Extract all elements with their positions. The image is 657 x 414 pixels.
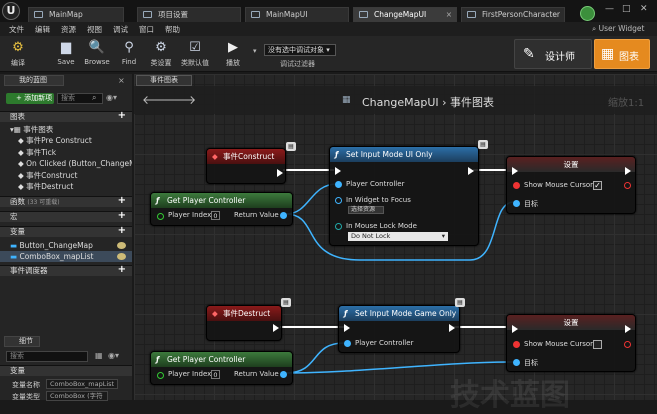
- return-value-label: Return Value: [234, 370, 279, 378]
- node-header: ƒ Get Player Controller: [151, 352, 292, 367]
- show-mouse-cursor-label: Show Mouse Cursor: [524, 181, 594, 189]
- exec-out-pin[interactable]: [273, 324, 279, 332]
- widget-to-focus-label: In Widget to Focus: [346, 196, 411, 204]
- player-index-pin[interactable]: [157, 372, 164, 379]
- exec-in-pin[interactable]: [344, 324, 350, 332]
- set-show-mouse-cursor-node[interactable]: 设置 Show Mouse Cursor ✓ 目标: [506, 156, 636, 214]
- player-index-label: Player Index: [168, 370, 212, 378]
- set-input-mode-game-only-node[interactable]: ƒ Set Input Mode Game Only Player Control…: [338, 305, 460, 353]
- return-value-label: Return Value: [234, 211, 279, 219]
- player-controller-label: Player Controller: [355, 339, 414, 347]
- output-bool-pin[interactable]: [624, 182, 631, 189]
- event-destruct-node[interactable]: ◆ 事件Destruct: [206, 305, 282, 341]
- player-index-input[interactable]: 0: [211, 211, 220, 220]
- exec-out-pin[interactable]: [625, 167, 631, 175]
- node-title: 设置: [563, 318, 579, 327]
- exec-out-pin[interactable]: [277, 169, 283, 177]
- target-pin[interactable]: [513, 200, 520, 207]
- set-input-mode-ui-only-node[interactable]: ƒ Set Input Mode UI Only Player Controlle…: [329, 146, 479, 246]
- output-bool-pin[interactable]: [624, 341, 631, 348]
- exec-out-pin[interactable]: [625, 325, 631, 333]
- player-controller-pin[interactable]: [335, 181, 342, 188]
- node-title: 事件Construct: [223, 152, 275, 161]
- node-header: 设置: [507, 157, 635, 172]
- mouse-lock-mode-label: In Mouse Lock Mode: [346, 222, 417, 230]
- node-header: ƒ Set Input Mode Game Only: [339, 306, 459, 321]
- return-value-pin[interactable]: [280, 212, 287, 219]
- set-show-mouse-cursor-node[interactable]: 设置 Show Mouse Cursor 目标: [506, 314, 636, 372]
- show-mouse-cursor-checkbox[interactable]: [593, 340, 602, 349]
- node-title: 事件Destruct: [223, 309, 271, 318]
- node-header: ƒ Set Input Mode UI Only: [330, 147, 478, 162]
- widget-to-focus-pin[interactable]: [335, 197, 342, 204]
- function-icon: ƒ: [335, 150, 339, 159]
- node-header: ◆ 事件Construct: [207, 149, 285, 164]
- mouse-lock-mode-pin[interactable]: [335, 223, 342, 230]
- node-title: Set Input Mode Game Only: [355, 309, 457, 318]
- target-label: 目标: [524, 200, 538, 208]
- node-header: ƒ Get Player Controller: [151, 193, 292, 208]
- player-controller-pin[interactable]: [344, 340, 351, 347]
- event-icon: ◆: [212, 309, 218, 318]
- node-title: Get Player Controller: [167, 196, 246, 205]
- chevron-down-icon: ▾: [441, 232, 445, 240]
- event-icon: ◆: [212, 152, 218, 161]
- event-construct-node[interactable]: ◆ 事件Construct: [206, 148, 286, 184]
- get-player-controller-node[interactable]: ƒ Get Player Controller Player Index 0 Re…: [150, 351, 293, 385]
- return-value-pin[interactable]: [280, 371, 287, 378]
- exec-out-pin[interactable]: [449, 324, 455, 332]
- node-title: 设置: [563, 160, 579, 169]
- node-header: ◆ 事件Destruct: [207, 306, 281, 321]
- player-index-label: Player Index: [168, 211, 212, 219]
- exec-in-pin[interactable]: [512, 325, 518, 333]
- function-icon: ƒ: [156, 355, 160, 364]
- node-title: Set Input Mode UI Only: [346, 150, 433, 159]
- node-title: Get Player Controller: [167, 355, 246, 364]
- select-asset-dropdown[interactable]: 选择资源: [348, 206, 384, 214]
- target-pin[interactable]: [513, 359, 520, 366]
- exec-in-pin[interactable]: [512, 167, 518, 175]
- show-mouse-cursor-pin[interactable]: [513, 341, 520, 348]
- node-header: 设置: [507, 315, 635, 330]
- target-label: 目标: [524, 359, 538, 367]
- player-controller-label: Player Controller: [346, 180, 405, 188]
- mouse-lock-mode-value: Do Not Lock: [351, 232, 391, 240]
- show-mouse-cursor-checkbox[interactable]: ✓: [593, 181, 602, 190]
- exec-in-pin[interactable]: [335, 167, 341, 175]
- show-mouse-cursor-pin[interactable]: [513, 182, 520, 189]
- player-index-pin[interactable]: [157, 213, 164, 220]
- comment-bubble-icon[interactable]: ▤: [286, 142, 296, 151]
- comment-bubble-icon[interactable]: ▤: [455, 298, 465, 307]
- player-index-input[interactable]: 0: [211, 370, 220, 379]
- exec-out-pin[interactable]: [468, 167, 474, 175]
- function-icon: ƒ: [344, 309, 348, 318]
- show-mouse-cursor-label: Show Mouse Cursor: [524, 340, 594, 348]
- get-player-controller-node[interactable]: ƒ Get Player Controller Player Index 0 Re…: [150, 192, 293, 226]
- comment-bubble-icon[interactable]: ▤: [281, 298, 291, 307]
- comment-bubble-icon[interactable]: ▤: [478, 140, 488, 149]
- function-icon: ƒ: [156, 196, 160, 205]
- mouse-lock-mode-dropdown[interactable]: Do Not Lock ▾: [348, 232, 448, 241]
